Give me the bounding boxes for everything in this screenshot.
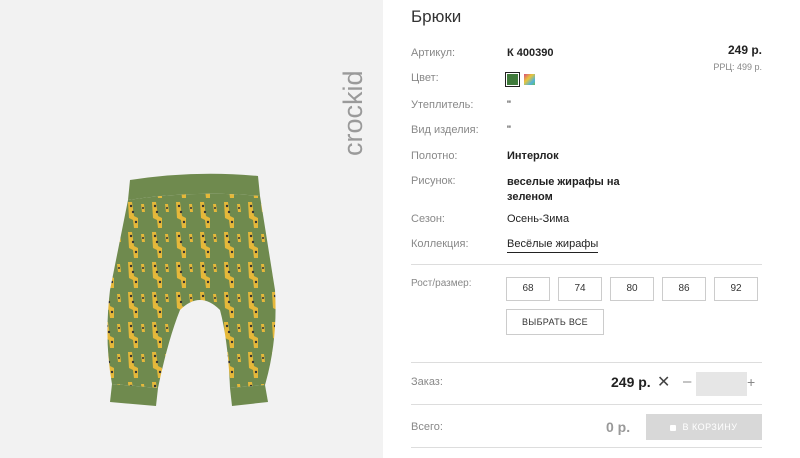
divider <box>411 404 762 405</box>
insulation-value: " <box>507 99 511 111</box>
order-label: Заказ: <box>411 376 443 388</box>
insulation-label: Утеплитель: <box>411 99 474 111</box>
product-photo: crockid <box>0 0 383 458</box>
fabric-value: Интерлок <box>507 150 559 162</box>
divider <box>411 362 762 363</box>
color-label: Цвет: <box>411 72 439 84</box>
total-label: Всего: <box>411 421 443 433</box>
fabric-label: Полотно: <box>411 150 458 162</box>
color-swatches <box>505 71 538 87</box>
sizes-label: Рост/размер: <box>411 278 472 289</box>
article-value: К 400390 <box>507 47 554 59</box>
size-option-74[interactable]: 74 <box>558 277 602 301</box>
size-option-68[interactable]: 68 <box>506 277 550 301</box>
collection-link[interactable]: Весёлые жирафы <box>507 238 599 253</box>
quantity-increment-button[interactable]: + <box>747 374 755 390</box>
article-label: Артикул: <box>411 47 456 59</box>
collection-label: Коллекция: <box>411 238 469 250</box>
quantity-decrement-button[interactable]: – <box>683 373 691 390</box>
season-value: Осень-Зима <box>507 213 570 225</box>
size-option-92[interactable]: 92 <box>714 277 758 301</box>
add-to-cart-label: В КОРЗИНУ <box>682 422 738 432</box>
color-swatch-multicolor[interactable] <box>524 73 536 85</box>
color-swatch-green[interactable] <box>505 71 520 87</box>
size-option-86[interactable]: 86 <box>662 277 706 301</box>
price: 249 р. <box>727 43 762 57</box>
pants-image <box>107 173 276 406</box>
svg-text:crockid: crockid <box>338 70 368 156</box>
season-label: Сезон: <box>411 213 445 225</box>
select-all-button[interactable]: ВЫБРАТЬ ВСЕ <box>506 309 604 335</box>
close-icon[interactable]: ✕ <box>657 372 670 392</box>
product-title: Брюки <box>411 7 462 26</box>
add-to-cart-button[interactable]: В КОРЗИНУ <box>646 414 762 440</box>
size-option-80[interactable]: 80 <box>610 277 654 301</box>
product-type-label: Вид изделия: <box>411 124 479 136</box>
bag-icon <box>670 424 677 431</box>
order-price: 249 р. <box>611 374 651 390</box>
pattern-value: веселые жирафы на зеленом <box>507 176 620 203</box>
quantity-input[interactable] <box>696 372 747 396</box>
divider <box>411 447 762 448</box>
rrc-price: РРЦ: 499 р. <box>713 62 762 72</box>
divider <box>411 264 762 265</box>
product-type-value: " <box>507 124 511 136</box>
brand-logo: crockid <box>336 18 372 158</box>
total-value: 0 р. <box>606 419 631 435</box>
pattern-label: Рисунок: <box>411 175 456 187</box>
